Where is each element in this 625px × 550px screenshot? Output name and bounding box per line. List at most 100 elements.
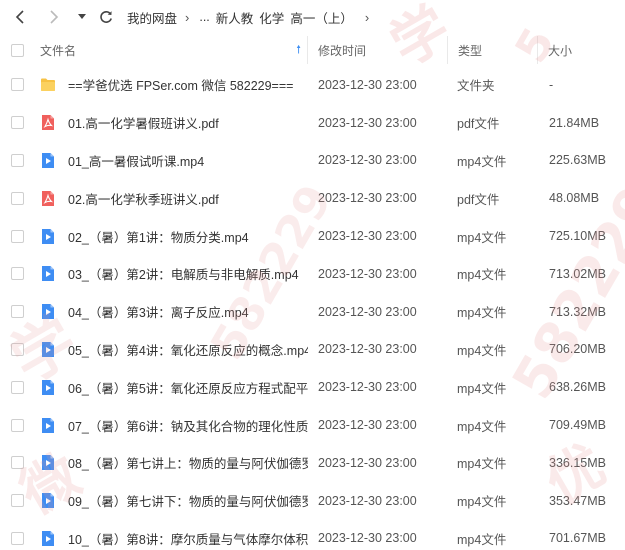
video-file-icon <box>42 304 54 320</box>
file-type: pdf文件 <box>457 192 500 207</box>
file-row[interactable]: 06_（暑）第5讲：氧化还原反应方程式配平.m... 2023-12-30 23… <box>0 368 625 406</box>
row-checkbox-cell <box>0 78 34 92</box>
pdf-file-icon <box>42 190 54 206</box>
file-modified-time: 2023-12-30 23:00 <box>318 77 417 92</box>
file-name[interactable]: 07_（暑）第6讲：钠及其化合物的理化性质.m... <box>62 416 308 435</box>
row-checkbox[interactable] <box>11 380 24 394</box>
file-row[interactable]: 02_（暑）第1讲：物质分类.mp4 2023-12-30 23:00 mp4文… <box>0 217 625 255</box>
file-size: 713.32MB <box>549 304 606 319</box>
breadcrumb-separator: › <box>185 9 190 25</box>
file-row[interactable]: 05_（暑）第4讲：氧化还原反应的概念.mp4 2023-12-30 23:00… <box>0 331 625 369</box>
back-button[interactable] <box>9 6 31 28</box>
row-checkbox[interactable] <box>11 191 24 205</box>
file-name[interactable]: 08_（暑）第七讲上：物质的量与阿伏伽德罗... <box>62 453 308 472</box>
pdf-file-icon <box>42 115 54 131</box>
column-size-label: 大小 <box>548 43 573 58</box>
file-name[interactable]: 01.高一化学暑假班讲义.pdf <box>62 113 308 132</box>
video-file-icon <box>42 266 54 282</box>
file-modified-time: 2023-12-30 23:00 <box>318 342 417 357</box>
file-icon-cell <box>34 454 62 471</box>
file-modified-time: 2023-12-30 23:00 <box>318 380 417 395</box>
file-modified-time: 2023-12-30 23:00 <box>318 115 417 130</box>
file-modified-time: 2023-12-30 23:00 <box>318 418 417 433</box>
file-type: mp4文件 <box>457 495 507 510</box>
file-type: mp4文件 <box>457 343 507 358</box>
video-file-icon <box>42 530 54 546</box>
file-icon-cell <box>34 152 62 169</box>
row-checkbox[interactable] <box>11 305 24 319</box>
row-checkbox[interactable] <box>11 418 24 432</box>
file-name[interactable]: 09_（暑）第七讲下：物质的量与阿伏伽德罗... <box>62 491 308 510</box>
column-header-type[interactable]: 类型 <box>448 36 538 64</box>
file-name[interactable]: 01_高一暑假试听课.mp4 <box>62 151 308 170</box>
file-type: 文件夹 <box>457 79 495 94</box>
row-checkbox-cell <box>0 267 34 281</box>
row-checkbox[interactable] <box>11 494 24 508</box>
file-size: 225.63MB <box>549 153 606 168</box>
breadcrumb-folder[interactable]: 新人教 <box>216 8 254 27</box>
file-size: 725.10MB <box>549 229 606 244</box>
file-size: 706.20MB <box>549 342 606 357</box>
file-name[interactable]: 02_（暑）第1讲：物质分类.mp4 <box>62 227 308 246</box>
breadcrumb: 我的网盘 › ... 新人教 化学 高一（上） › <box>127 8 379 27</box>
file-size: 353.47MB <box>549 493 606 508</box>
file-name[interactable]: 03_（暑）第2讲：电解质与非电解质.mp4 <box>62 264 308 283</box>
file-row[interactable]: 02.高一化学秋季班讲义.pdf 2023-12-30 23:00 pdf文件 … <box>0 179 625 217</box>
row-checkbox[interactable] <box>11 116 24 130</box>
history-dropdown-button[interactable] <box>75 6 89 28</box>
file-name[interactable]: 04_（暑）第3讲：离子反应.mp4 <box>62 302 308 321</box>
refresh-button[interactable] <box>95 6 117 28</box>
file-row[interactable]: 04_（暑）第3讲：离子反应.mp4 2023-12-30 23:00 mp4文… <box>0 293 625 331</box>
column-header-time[interactable]: 修改时间 <box>308 36 448 64</box>
file-row[interactable]: 10_（暑）第8讲：摩尔质量与气体摩尔体积.m... 2023-12-30 23… <box>0 520 625 550</box>
row-checkbox-cell <box>0 418 34 432</box>
file-row[interactable]: 09_（暑）第七讲下：物质的量与阿伏伽德罗... 2023-12-30 23:0… <box>0 482 625 520</box>
breadcrumb-ellipsis[interactable]: ... <box>199 10 209 24</box>
video-file-icon <box>42 417 54 433</box>
row-checkbox[interactable] <box>11 342 24 356</box>
row-checkbox-cell <box>0 191 34 205</box>
breadcrumb-root[interactable]: 我的网盘 <box>127 8 177 27</box>
file-name[interactable]: ==学爸优选 FPSer.com 微信 582229=== <box>62 75 308 94</box>
file-type: mp4文件 <box>457 306 507 321</box>
row-checkbox[interactable] <box>11 78 24 92</box>
select-all-checkbox[interactable] <box>11 43 24 57</box>
breadcrumb-current[interactable]: 高一（上） <box>290 8 353 27</box>
file-size: 336.15MB <box>549 455 606 470</box>
file-row[interactable]: 01.高一化学暑假班讲义.pdf 2023-12-30 23:00 pdf文件 … <box>0 104 625 142</box>
file-icon-cell <box>34 379 62 396</box>
file-type: mp4文件 <box>457 532 507 547</box>
file-row[interactable]: 01_高一暑假试听课.mp4 2023-12-30 23:00 mp4文件 22… <box>0 142 625 180</box>
row-checkbox-cell <box>0 456 34 470</box>
column-time-label: 修改时间 <box>318 43 367 58</box>
file-type: mp4文件 <box>457 268 507 283</box>
column-header-name[interactable]: 文件名 🠕 <box>40 36 308 64</box>
breadcrumb-sub1[interactable]: 化学 <box>259 8 284 27</box>
file-name[interactable]: 05_（暑）第4讲：氧化还原反应的概念.mp4 <box>62 340 308 359</box>
row-checkbox-cell <box>0 380 34 394</box>
forward-button[interactable] <box>43 6 65 28</box>
file-name[interactable]: 06_（暑）第5讲：氧化还原反应方程式配平.m... <box>62 378 308 397</box>
file-icon-cell <box>34 303 62 320</box>
file-modified-time: 2023-12-30 23:00 <box>318 531 417 546</box>
row-checkbox[interactable] <box>11 153 24 167</box>
file-row[interactable]: ==学爸优选 FPSer.com 微信 582229=== 2023-12-30… <box>0 66 625 104</box>
file-name[interactable]: 02.高一化学秋季班讲义.pdf <box>62 189 308 208</box>
file-type: mp4文件 <box>457 419 507 434</box>
column-header-size[interactable]: 大小 <box>538 36 625 64</box>
chevron-right-icon <box>50 10 59 24</box>
file-icon-cell <box>34 228 62 245</box>
row-checkbox[interactable] <box>11 531 24 545</box>
file-name[interactable]: 10_（暑）第8讲：摩尔质量与气体摩尔体积.m... <box>62 529 308 548</box>
row-checkbox[interactable] <box>11 267 24 281</box>
navigation-bar: 我的网盘 › ... 新人教 化学 高一（上） › <box>0 0 625 34</box>
row-checkbox[interactable] <box>11 456 24 470</box>
select-all-cell <box>0 36 40 64</box>
file-row[interactable]: 03_（暑）第2讲：电解质与非电解质.mp4 2023-12-30 23:00 … <box>0 255 625 293</box>
file-row[interactable]: 08_（暑）第七讲上：物质的量与阿伏伽德罗... 2023-12-30 23:0… <box>0 444 625 482</box>
file-modified-time: 2023-12-30 23:00 <box>318 493 417 508</box>
video-file-icon <box>42 493 54 509</box>
row-checkbox[interactable] <box>11 229 24 243</box>
file-row[interactable]: 07_（暑）第6讲：钠及其化合物的理化性质.m... 2023-12-30 23… <box>0 406 625 444</box>
file-type: mp4文件 <box>457 381 507 396</box>
